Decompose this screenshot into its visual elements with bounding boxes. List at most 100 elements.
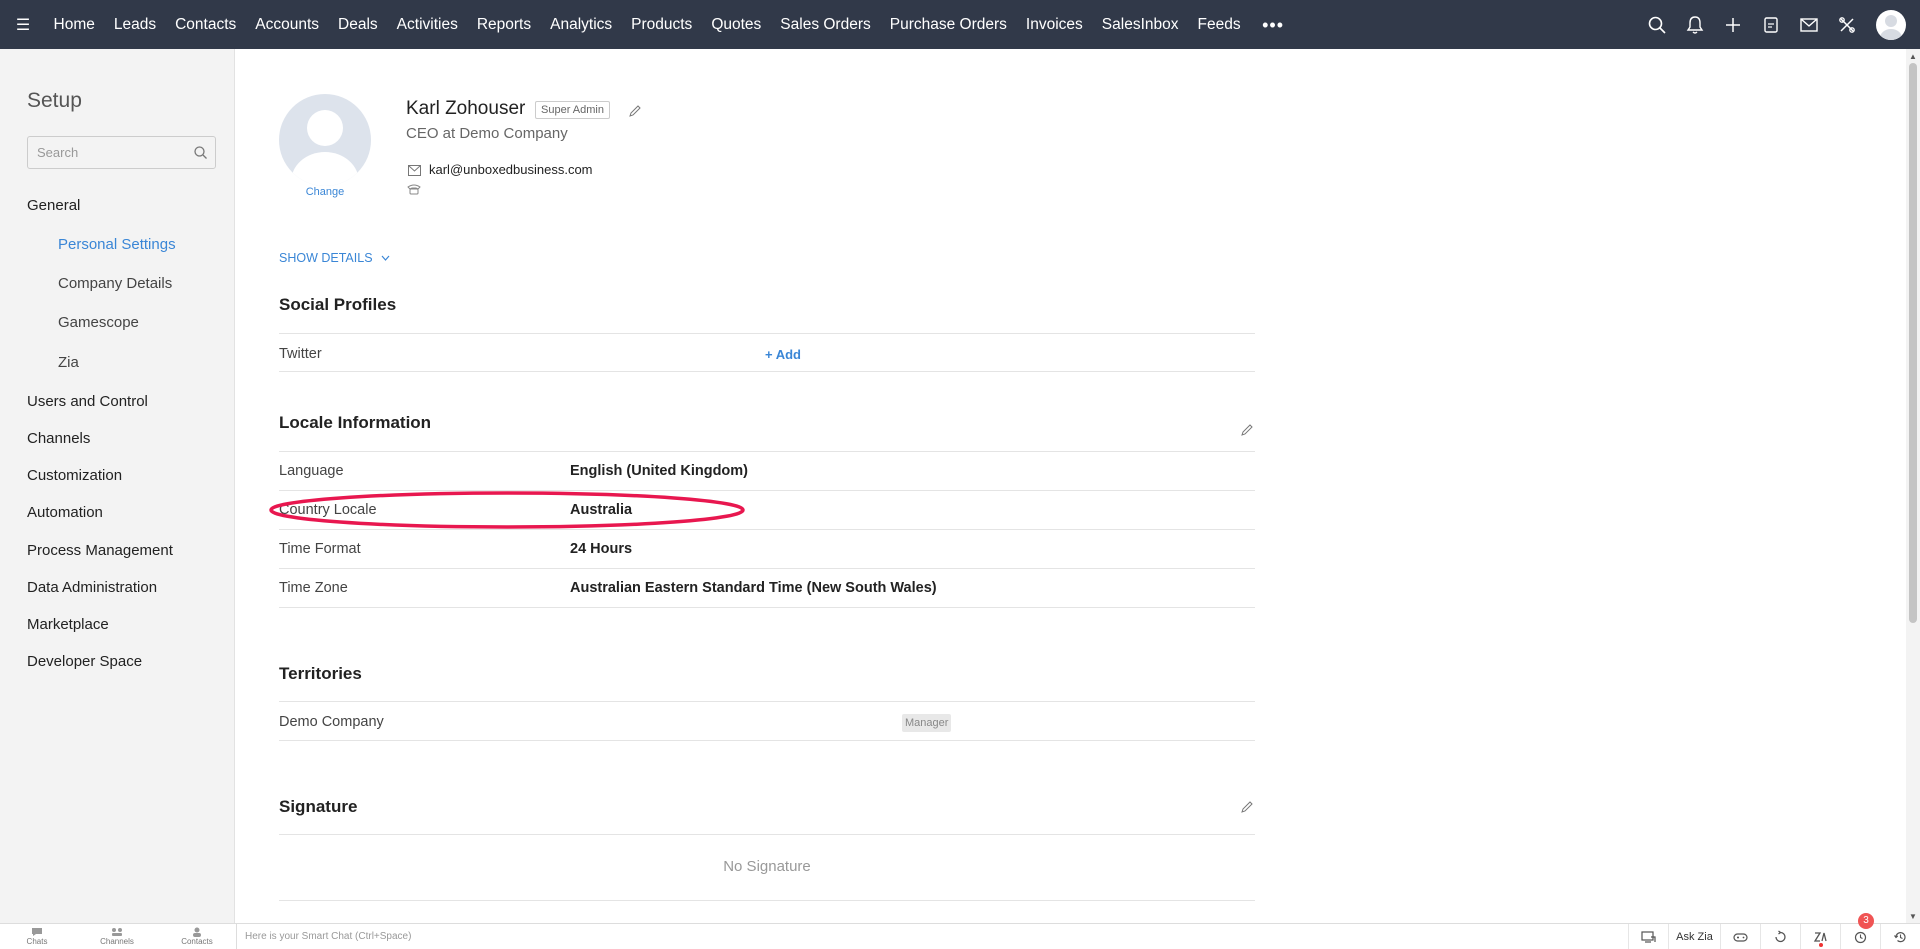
sidebar-item-personal-settings[interactable]: Personal Settings [58,236,176,253]
divider [279,701,1255,702]
twitter-label: Twitter [279,346,322,362]
sidebar-section-users-and-control[interactable]: Users and Control [27,393,148,410]
chat-bubble-icon [32,928,42,936]
alarm-clock-icon[interactable]: 3 [1840,913,1880,949]
add-twitter-link[interactable]: + Add [765,347,801,362]
sidebar-section-channels[interactable]: Channels [27,430,90,447]
territory-role-badge: Manager [902,714,952,732]
sidebar-item-company-details[interactable]: Company Details [58,275,172,292]
setup-title: Setup [27,89,82,112]
edit-profile-pencil-icon[interactable] [628,104,642,118]
ask-zia-button[interactable]: Ask Zia [1668,924,1720,949]
search-icon[interactable] [1638,0,1676,49]
social-profiles-heading: Social Profiles [279,295,397,314]
country-locale-value: Australia [570,502,633,518]
nav-tab-salesinbox[interactable]: SalesInbox [1092,0,1188,49]
profile-photo [279,94,371,186]
time-format-value: 24 Hours [570,541,633,557]
bottom-tab-chats[interactable]: Chats [12,927,62,946]
nav-tab-home[interactable]: Home [44,0,104,49]
nav-tab-deals[interactable]: Deals [329,0,388,49]
refresh-sync-icon[interactable] [1760,924,1800,949]
sidebar-section-automation[interactable]: Automation [27,504,103,521]
zia-assistant-icon[interactable] [1800,924,1840,949]
show-details-toggle[interactable]: SHOW DETAILS [279,251,390,265]
sidebar-section-process-management[interactable]: Process Management [27,542,173,559]
divider [279,740,1255,741]
bottom-right-tools: Ask Zia 3 [1628,913,1920,949]
edit-locale-pencil-icon[interactable] [1241,423,1254,436]
email-icon [408,165,421,176]
top-navigation-bar: ☰ Home Leads Contacts Accounts Deals Act… [0,0,1920,49]
gamepad-icon[interactable] [1720,924,1760,949]
divider [279,333,1255,334]
sidebar-section-customization[interactable]: Customization [27,467,122,484]
language-label: Language [279,463,344,479]
page-scrollbar[interactable]: ▲ ▼ [1906,49,1920,923]
divider [279,607,1255,608]
nav-tab-contacts[interactable]: Contacts [166,0,246,49]
nav-tab-leads[interactable]: Leads [104,0,165,49]
contact-person-icon [193,927,201,937]
change-photo-link[interactable]: Change [279,186,371,198]
nav-tab-products[interactable]: Products [622,0,702,49]
nav-tab-purchase-orders[interactable]: Purchase Orders [880,0,1016,49]
user-name: Karl Zohouser [406,98,526,119]
scroll-up-arrow-icon[interactable]: ▲ [1906,49,1920,63]
divider [279,451,1255,452]
scroll-down-arrow-icon[interactable]: ▼ [1906,909,1920,923]
no-signature-text: No Signature [723,858,811,875]
divider [279,371,1255,372]
sidebar-item-gamescope[interactable]: Gamescope [58,314,139,331]
time-zone-label: Time Zone [279,580,348,596]
plus-icon[interactable] [1714,0,1752,49]
nav-tab-reports[interactable]: Reports [467,0,540,49]
sidebar-section-marketplace[interactable]: Marketplace [27,616,109,633]
sidebar-section-data-administration[interactable]: Data Administration [27,579,157,596]
nav-tab-accounts[interactable]: Accounts [246,0,329,49]
bottom-tab-contacts[interactable]: Contacts [172,927,222,946]
history-icon[interactable] [1880,924,1920,949]
divider [279,900,1255,901]
hamburger-menu-icon[interactable]: ☰ [8,15,38,35]
user-email: karl@unboxedbusiness.com [429,162,593,177]
sidebar-section-developer-space[interactable]: Developer Space [27,653,142,670]
setup-search [27,136,216,169]
channels-group-icon [112,928,122,936]
screen-share-icon[interactable] [1628,924,1668,949]
sidebar-item-zia[interactable]: Zia [58,354,79,371]
tools-icon[interactable] [1828,0,1866,49]
nav-tab-quotes[interactable]: Quotes [702,0,771,49]
smart-chat-input[interactable]: Here is your Smart Chat (Ctrl+Space) [236,924,636,949]
nav-tab-feeds[interactable]: Feeds [1188,0,1250,49]
reminder-count-badge: 3 [1858,913,1874,929]
search-icon[interactable] [193,145,208,160]
territory-name: Demo Company [279,714,384,730]
nav-tab-analytics[interactable]: Analytics [541,0,622,49]
nav-tab-activities[interactable]: Activities [387,0,467,49]
bottom-tab-contacts-label: Contacts [181,937,213,946]
setup-search-input[interactable] [28,137,183,168]
personal-settings-content: Change Karl Zohouser Super Admin CEO at … [236,49,1906,923]
user-avatar[interactable] [1876,9,1906,40]
language-value: English (United Kingdom) [570,463,749,479]
locale-information-heading: Locale Information [279,413,432,432]
setup-sidebar: Setup General Personal Settings Company … [0,49,235,923]
bottom-tab-channels[interactable]: Channels [92,927,142,946]
sidebar-section-general[interactable]: General [27,197,80,214]
user-job-title: CEO at Demo Company [406,125,568,142]
show-details-label: SHOW DETAILS [279,251,373,265]
nav-tab-sales-orders[interactable]: Sales Orders [771,0,880,49]
bottom-bar: Chats Channels Contacts Here is your Sma… [0,913,1920,949]
bell-icon[interactable] [1676,0,1714,49]
nav-tab-invoices[interactable]: Invoices [1016,0,1092,49]
top-right-actions [1638,0,1920,49]
divider [279,834,1255,835]
divider [279,568,1255,569]
mail-icon[interactable] [1790,0,1828,49]
scrollbar-thumb[interactable] [1909,63,1917,623]
phone-icon [407,184,421,195]
calendar-icon[interactable] [1752,0,1790,49]
more-modules-button[interactable]: ••• [1250,5,1296,45]
edit-signature-pencil-icon[interactable] [1241,800,1254,813]
